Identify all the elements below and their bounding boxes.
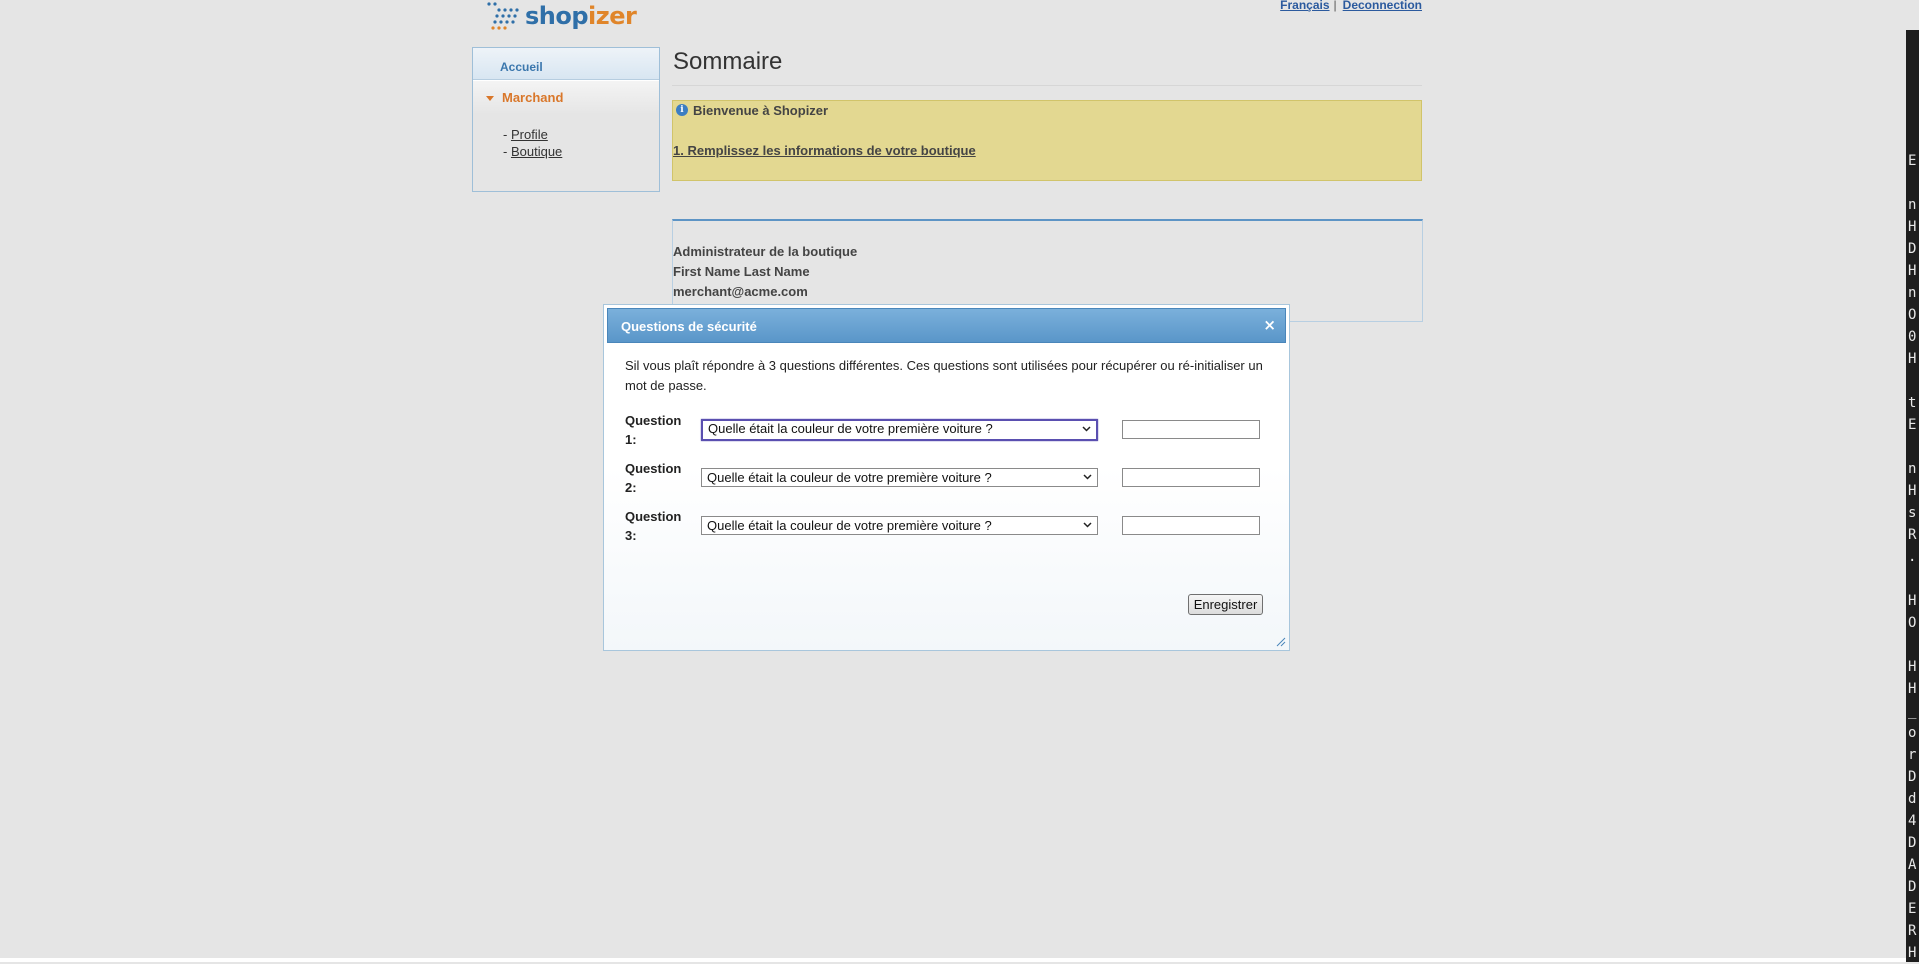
chevron-down-icon — [1083, 474, 1092, 480]
dialog-body: Sil vous plaît répondre à 3 questions di… — [604, 345, 1289, 650]
welcome-title: Bienvenue à Shopizer — [693, 103, 829, 118]
top-links: Français | Deconnection — [1280, 0, 1422, 12]
answer-1-input[interactable] — [1122, 420, 1260, 439]
setup-store-link[interactable]: 1. Remplissez les informations de votre … — [673, 143, 976, 158]
page-title: Sommaire — [673, 48, 783, 75]
question-2-selected: Quelle était la couleur de votre premièr… — [707, 470, 992, 485]
info-icon: i — [676, 104, 688, 116]
question-3-label: Question 3: — [625, 509, 682, 543]
sidebar-link-boutique[interactable]: Boutique — [511, 144, 562, 159]
sidebar-section-marchand[interactable]: Marchand — [473, 80, 659, 113]
dialog-title: Questions de sécurité — [621, 319, 757, 334]
dialog-intro-text: Sil vous plaît répondre à 3 questions di… — [625, 358, 1263, 393]
sidebar-item-accueil[interactable]: Accueil — [473, 48, 659, 80]
admin-heading: Administrateur de la boutique — [673, 244, 858, 259]
answer-2-input[interactable] — [1122, 468, 1260, 487]
logout-link[interactable]: Deconnection — [1343, 0, 1422, 12]
sidebar-section-label: Marchand — [502, 90, 564, 105]
sidebar: Accueil Marchand - Profile - Boutique — [472, 47, 660, 192]
sidebar-link-profile[interactable]: Profile — [511, 127, 548, 142]
chevron-down-icon — [1082, 426, 1091, 432]
question-1-label: Question 1: — [625, 413, 682, 447]
question-3-selected: Quelle était la couleur de votre premièr… — [707, 518, 992, 533]
language-link[interactable]: Français — [1280, 0, 1329, 12]
answer-3-input[interactable] — [1122, 516, 1260, 535]
admin-name: First Name Last Name — [673, 264, 810, 279]
link-separator: | — [1333, 0, 1337, 12]
sidebar-subitem: - Profile — [503, 127, 548, 142]
resize-handle-icon[interactable] — [1276, 637, 1286, 647]
dialog-titlebar[interactable]: Questions de sécurité × — [607, 308, 1286, 343]
close-icon[interactable]: × — [1263, 316, 1276, 334]
security-questions-dialog: Questions de sécurité × Sil vous plaît r… — [603, 304, 1290, 651]
logo-wordmark: shopizer — [525, 2, 637, 30]
page-bottom-edge — [0, 958, 1919, 962]
question-3-select[interactable]: Quelle était la couleur de votre premièr… — [701, 516, 1098, 535]
logo-dots-icon — [487, 2, 519, 30]
question-1-select[interactable]: Quelle était la couleur de votre premièr… — [701, 419, 1098, 441]
sidebar-subitem: - Boutique — [503, 144, 563, 159]
welcome-notice: i Bienvenue à Shopizer 1. Remplissez les… — [672, 100, 1422, 181]
question-1-selected: Quelle était la couleur de votre premièr… — [708, 421, 993, 436]
admin-email: merchant@acme.com — [673, 284, 808, 299]
sidebar-submenu: - Profile - Boutique — [473, 113, 659, 160]
question-2-label: Question 2: — [625, 461, 682, 495]
chevron-down-icon — [1083, 522, 1092, 528]
save-button[interactable]: Enregistrer — [1188, 594, 1263, 615]
background-terminal-text: E n H D H n O 0 H t E n H s R . H O H H … — [1908, 153, 1917, 961]
title-divider — [672, 85, 1422, 86]
shopizer-logo[interactable]: shopizer — [483, 0, 637, 34]
expand-arrow-icon — [486, 96, 494, 102]
question-2-select[interactable]: Quelle était la couleur de votre premièr… — [701, 468, 1098, 487]
